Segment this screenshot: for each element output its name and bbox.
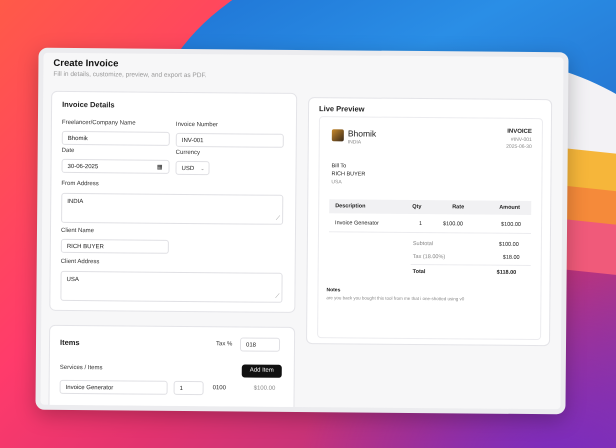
app-window: Create Invoice Fill in details, customiz… [35, 47, 569, 415]
item-description-input[interactable]: Invoice Generator [59, 379, 168, 395]
total-label: Total [412, 268, 426, 276]
client-address-value: USA [66, 276, 79, 284]
resize-grip-icon[interactable]: ⟋ [276, 216, 280, 223]
calendar-icon[interactable]: ▦ [157, 161, 163, 175]
currency-value: USD [181, 165, 195, 173]
items-heading: Items [59, 337, 80, 348]
row-description: Invoice Generator [335, 220, 379, 227]
invoice-number-label: Invoice Number [175, 121, 218, 129]
client-address-textarea[interactable]: USA ⟋ [60, 270, 283, 303]
preview-company-name: Bhomik [347, 128, 377, 139]
bill-to-label: Bill To [331, 163, 347, 170]
invoice-details-card: Invoice Details Freelancer/Company Name … [49, 90, 298, 313]
live-preview-heading: Live Preview [319, 104, 365, 114]
company-name-input[interactable]: Bhomik [61, 130, 170, 146]
col-rate: Rate [452, 204, 465, 211]
invoice-number-input[interactable]: INV-001 [175, 132, 284, 148]
tax-input[interactable]: 018 [239, 337, 281, 352]
subtotal-value: $100.00 [498, 241, 519, 248]
notes-label: Notes [326, 287, 341, 294]
total-divider [410, 263, 531, 266]
subtotal-label: Subtotal [412, 240, 434, 248]
page-title: Create Invoice [53, 57, 119, 70]
bill-to-name: RICH BUYER [331, 171, 366, 178]
row-qty: 1 [419, 221, 423, 228]
col-description: Description [335, 203, 366, 210]
total-value: $118.00 [496, 269, 517, 276]
add-item-button[interactable]: Add Item [241, 364, 282, 378]
tax-summary-value: $18.00 [502, 254, 520, 261]
client-name-input[interactable]: RICH BUYER [60, 238, 169, 254]
col-qty: Qty [412, 203, 422, 211]
currency-select[interactable]: USD ⌄ [175, 160, 210, 176]
preview-company-address: INDIA [347, 139, 362, 146]
preview-doc-date: 2025-06-30 [506, 143, 532, 151]
date-value: 30-06-2025 [67, 163, 99, 171]
row-rate: $100.00 [443, 221, 463, 228]
item-amount: $100.00 [253, 385, 276, 392]
date-input[interactable]: 30-06-2025 ▦ [61, 158, 170, 175]
invoice-preview: Bhomik INDIA INVOICE #INV-001 2025-06-30… [317, 116, 543, 341]
client-address-label: Client Address [60, 258, 100, 266]
tax-label: Tax % [215, 341, 233, 348]
client-name-label: Client Name [60, 227, 95, 235]
company-logo [331, 129, 344, 142]
items-card: Items Tax % 018 Services / Items Add Ite… [48, 324, 296, 415]
from-address-textarea[interactable]: INDIA ⟋ [61, 192, 284, 225]
live-preview-card: Live Preview Bhomik INDIA INVOICE #INV-0… [306, 97, 553, 347]
notes-text: are you back you bought this tool from m… [326, 295, 465, 302]
from-address-label: From Address [61, 180, 99, 188]
table-divider [328, 231, 531, 234]
col-amount: Amount [499, 204, 521, 211]
from-address-value: INDIA [67, 198, 84, 206]
resize-grip-icon[interactable]: ⟋ [275, 294, 279, 301]
preview-doc-number: #INV-001 [510, 136, 532, 144]
row-amount: $100.00 [501, 221, 521, 228]
item-qty-input[interactable]: 1 [173, 380, 204, 396]
bill-to-address: USA [331, 179, 342, 186]
company-name-label: Freelancer/Company Name [61, 119, 136, 127]
invoice-details-heading: Invoice Details [62, 99, 115, 110]
chevron-down-icon: ⌄ [200, 166, 205, 173]
preview-doc-title: INVOICE [507, 128, 532, 136]
tax-summary-label: Tax (18.00%) [412, 253, 446, 261]
services-label: Services / Items [59, 364, 103, 372]
page-subtitle: Fill in details, customize, preview, and… [53, 70, 207, 80]
date-label: Date [61, 147, 75, 155]
item-rate-input[interactable]: 0100 [207, 381, 238, 396]
currency-label: Currency [175, 149, 201, 157]
